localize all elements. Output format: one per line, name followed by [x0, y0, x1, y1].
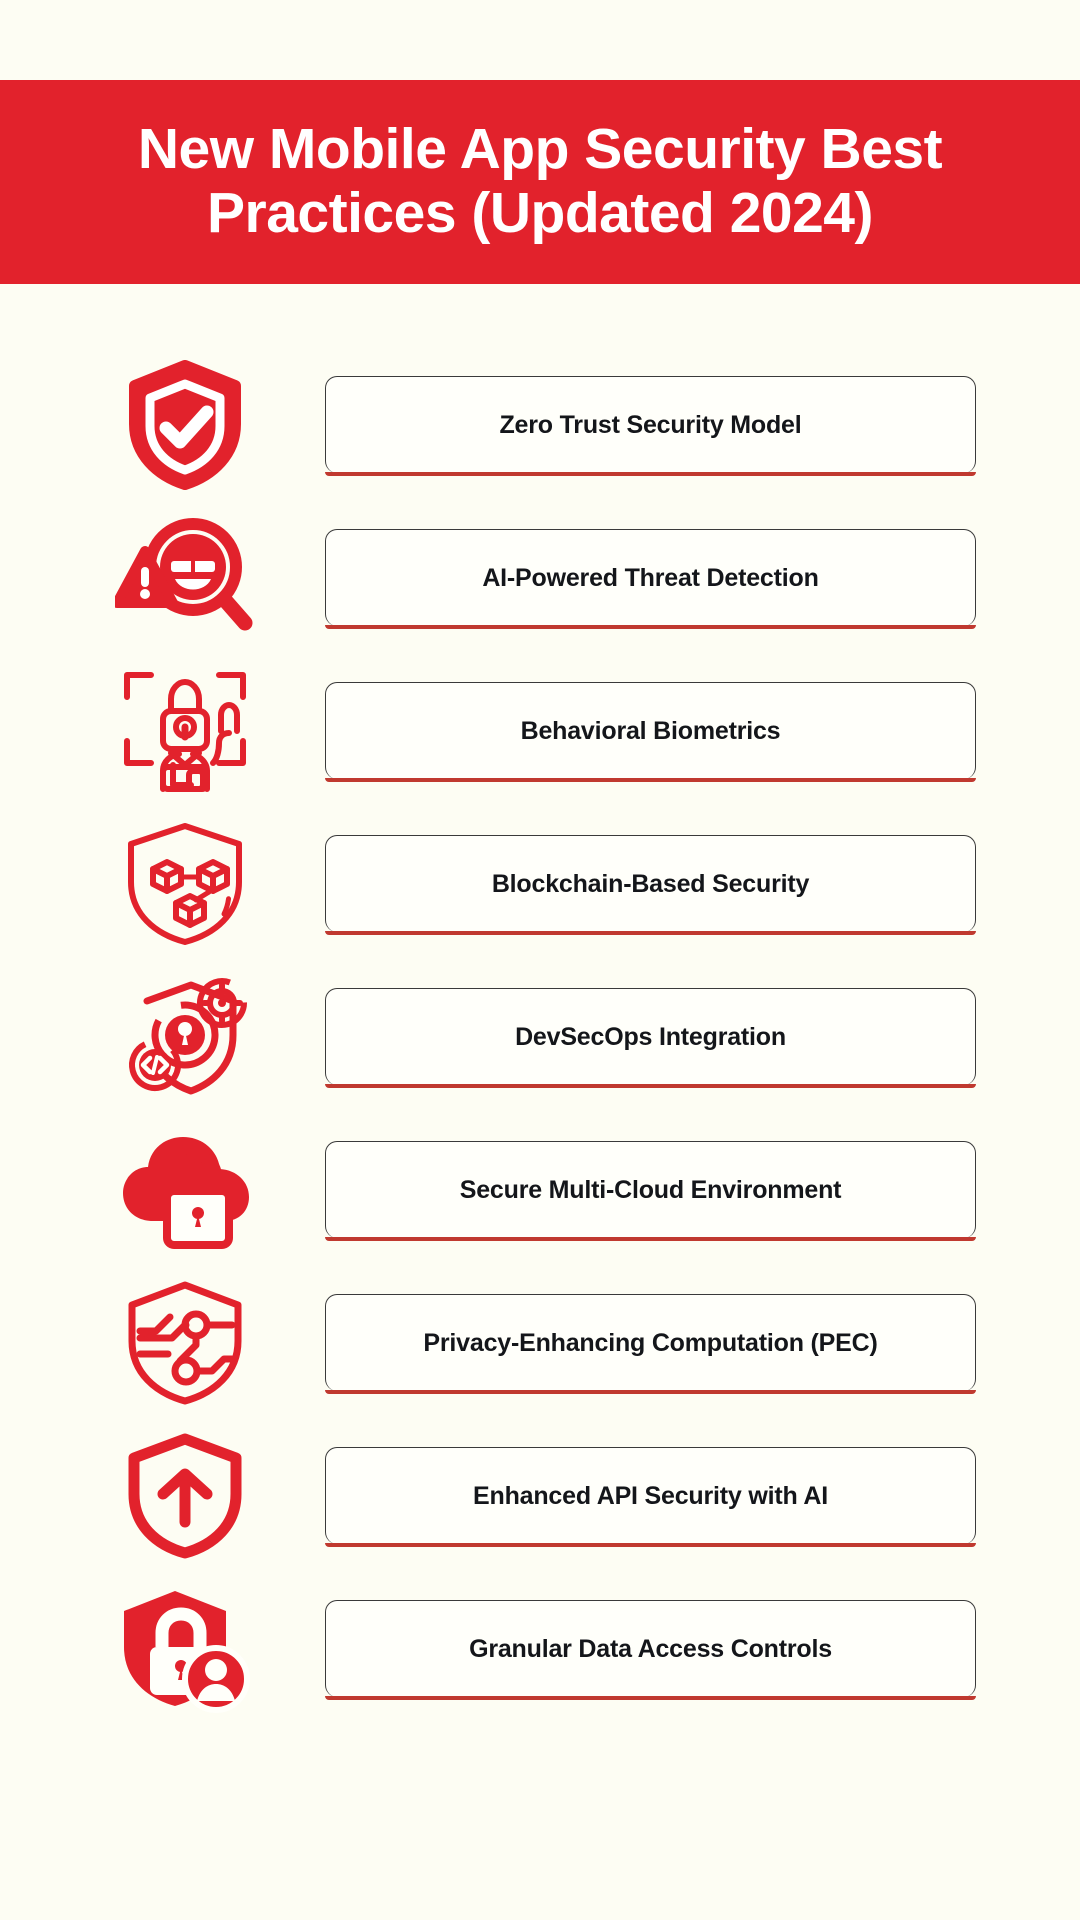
practice-card[interactable]: Privacy-Enhancing Computation (PEC) — [324, 1294, 977, 1394]
shield-blockchain-cubes-icon — [105, 814, 265, 954]
list-item[interactable]: Secure Multi-Cloud Environment — [0, 1113, 1080, 1266]
list-item[interactable]: Zero Trust Security Model — [0, 348, 1080, 501]
practice-card[interactable]: Zero Trust Security Model — [324, 376, 977, 476]
shield-gear-code-key-icon — [105, 967, 265, 1107]
practice-card[interactable]: Granular Data Access Controls — [324, 1600, 977, 1700]
list-item[interactable]: Behavioral Biometrics — [0, 654, 1080, 807]
practice-label: Granular Data Access Controls — [469, 1635, 832, 1663]
practice-label: AI-Powered Threat Detection — [482, 564, 819, 592]
cloud-padlock-icon — [105, 1120, 265, 1260]
shield-lock-user-icon — [105, 1579, 265, 1719]
page-title: New Mobile App Security Best Practices (… — [137, 117, 943, 245]
practice-label: DevSecOps Integration — [515, 1023, 786, 1051]
infographic-page: New Mobile App Security Best Practices (… — [0, 0, 1080, 1920]
practice-label: Enhanced API Security with AI — [473, 1482, 828, 1510]
list-item[interactable]: Blockchain-Based Security — [0, 807, 1080, 960]
practice-label: Zero Trust Security Model — [499, 411, 802, 439]
biometric-scan-person-lock-icon — [105, 661, 265, 801]
shield-up-arrow-icon — [105, 1426, 265, 1566]
list-item[interactable]: Privacy-Enhancing Computation (PEC) — [0, 1266, 1080, 1419]
header-banner: New Mobile App Security Best Practices (… — [0, 80, 1080, 284]
practice-card[interactable]: DevSecOps Integration — [324, 988, 977, 1088]
list-item[interactable]: AI-Powered Threat Detection — [0, 501, 1080, 654]
practice-card[interactable]: Enhanced API Security with AI — [324, 1447, 977, 1547]
magnifier-hacker-alert-icon — [105, 508, 265, 648]
practice-card[interactable]: Secure Multi-Cloud Environment — [324, 1141, 977, 1241]
list-item[interactable]: Enhanced API Security with AI — [0, 1419, 1080, 1572]
practice-list: Zero Trust Security Model AI-Powered Thr… — [0, 348, 1080, 1725]
list-item[interactable]: DevSecOps Integration — [0, 960, 1080, 1113]
practice-label: Behavioral Biometrics — [520, 717, 781, 745]
shield-check-icon — [105, 355, 265, 495]
practice-label: Privacy-Enhancing Computation (PEC) — [423, 1329, 878, 1357]
shield-circuit-icon — [105, 1273, 265, 1413]
practice-label: Secure Multi-Cloud Environment — [459, 1176, 842, 1204]
practice-card[interactable]: Blockchain-Based Security — [324, 835, 977, 935]
practice-card[interactable]: AI-Powered Threat Detection — [324, 529, 977, 629]
list-item[interactable]: Granular Data Access Controls — [0, 1572, 1080, 1725]
practice-label: Blockchain-Based Security — [491, 870, 810, 898]
practice-card[interactable]: Behavioral Biometrics — [324, 682, 977, 782]
